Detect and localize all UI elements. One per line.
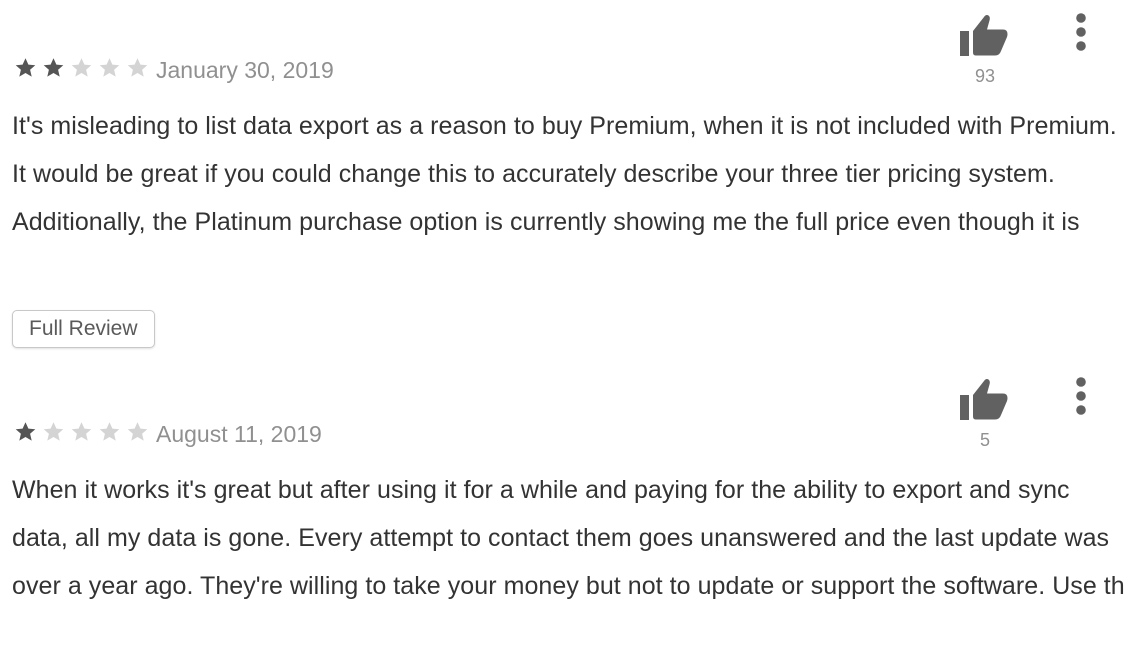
more-vert-icon (1076, 377, 1086, 415)
star-rating (12, 56, 151, 80)
star-empty-icon (71, 422, 92, 441)
star-empty-icon (43, 422, 64, 441)
helpful-button[interactable] (958, 376, 1012, 422)
star-empty-icon (71, 58, 92, 77)
full-review-button[interactable]: Full Review (12, 310, 155, 348)
review-text: When it works it's great but after using… (12, 476, 1125, 600)
thumbs-up-icon (960, 15, 1008, 56)
more-vert-icon (1076, 13, 1086, 51)
star-filled-icon (15, 58, 36, 77)
star-rating (12, 420, 151, 444)
review-date: January 30, 2019 (156, 57, 334, 83)
helpful-count: 5 (979, 430, 990, 450)
helpful-count: 93 (974, 66, 996, 86)
review-date: August 11, 2019 (156, 421, 322, 447)
review-text: It's misleading to list data export as a… (12, 112, 1117, 236)
helpful-button[interactable] (958, 12, 1012, 58)
star-filled-icon (43, 58, 64, 77)
more-options-button[interactable] (1066, 376, 1096, 418)
more-options-button[interactable] (1066, 12, 1096, 54)
star-empty-icon (99, 422, 120, 441)
thumbs-up-icon (960, 379, 1008, 420)
star-empty-icon (99, 58, 120, 77)
star-empty-icon (127, 58, 148, 77)
star-empty-icon (127, 422, 148, 441)
star-filled-icon (15, 422, 36, 441)
